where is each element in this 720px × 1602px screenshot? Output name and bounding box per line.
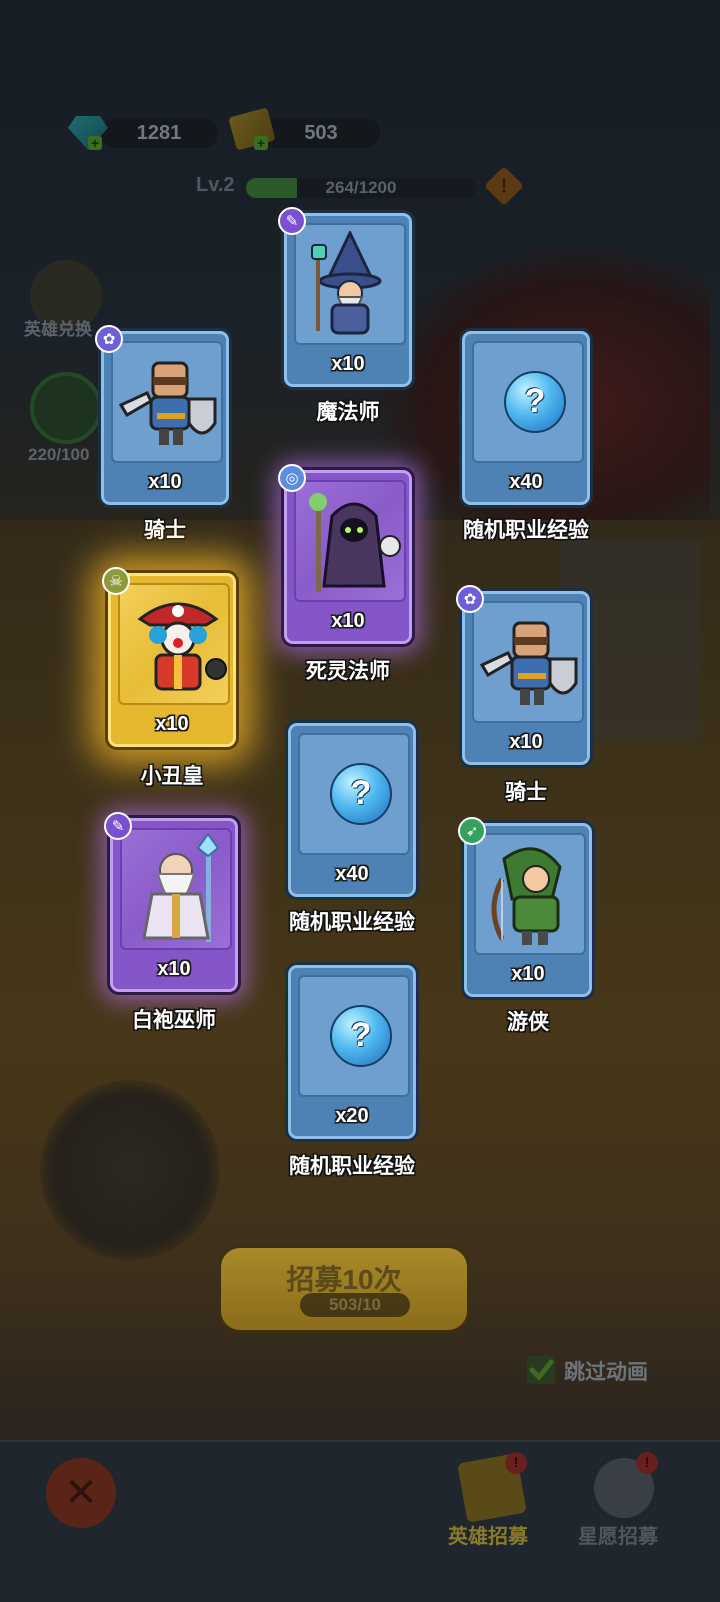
knight-portrait xyxy=(472,601,584,723)
knight-character xyxy=(118,361,217,445)
reward-count: x40 xyxy=(335,863,369,885)
gem-count: 1281 xyxy=(136,121,182,144)
reward-count: x10 xyxy=(157,958,191,980)
wand-icon: ✎ xyxy=(278,207,306,235)
check-icon xyxy=(529,1359,554,1381)
reward-count: x10 xyxy=(148,471,182,493)
paw-icon: ✿ xyxy=(456,585,484,613)
hero-exchange-label[interactable]: 英雄兑换 xyxy=(24,315,92,340)
reward-name: 白袍巫师 xyxy=(132,1009,216,1032)
reward-count: x10 xyxy=(155,713,189,735)
necromancer-character xyxy=(309,493,401,592)
spiral-icon: ◎ xyxy=(278,464,306,492)
gem-counter: 1281 xyxy=(100,118,218,148)
wand-icon: ✎ xyxy=(104,812,132,840)
question-portrait: ? xyxy=(298,733,410,855)
reward-name: 小丑皇 xyxy=(140,765,204,788)
necromancer-portrait xyxy=(294,480,406,602)
reward-count: x40 xyxy=(509,471,543,493)
reward-name: 魔法师 xyxy=(316,401,380,424)
recruit-10-label: 招募10次 xyxy=(286,1264,402,1295)
question-portrait: ? xyxy=(472,341,584,463)
question-mark-icon: ? xyxy=(330,1005,392,1067)
xp-text: 264/1200 xyxy=(325,178,397,197)
reward-name: 死灵法师 xyxy=(306,660,390,683)
reward-card[interactable]: x10 ✿ xyxy=(95,325,232,508)
star-recruit-alert-icon: ! xyxy=(636,1452,658,1474)
reward-card[interactable]: ? x20 xyxy=(285,962,419,1142)
clown-pirate-character xyxy=(137,602,227,691)
reward-name: 游侠 xyxy=(507,1011,549,1034)
reward-card[interactable]: x10 ☠ xyxy=(102,567,239,750)
xp-bar: 264/1200 xyxy=(246,178,476,198)
wizard-character xyxy=(311,231,382,335)
close-icon: ✕ xyxy=(64,1471,98,1515)
reward-count: x10 xyxy=(511,963,545,985)
level-label: Lv.2 xyxy=(196,174,235,196)
recruit-10-button[interactable]: 招募10次 xyxy=(218,1245,470,1333)
reward-card[interactable]: ? x40 xyxy=(459,328,593,508)
bow-icon: ➶ xyxy=(458,817,486,845)
question-mark-icon: ? xyxy=(330,763,392,825)
close-button[interactable]: ✕ xyxy=(46,1458,116,1528)
question-mark-icon: ? xyxy=(504,371,566,433)
alert-icon[interactable]: ! xyxy=(484,166,524,206)
white-wizard-character xyxy=(142,834,220,942)
ticket-plus-icon[interactable]: + xyxy=(254,136,268,150)
knight-character xyxy=(479,621,578,705)
reward-name: 骑士 xyxy=(505,781,547,804)
knight-portrait xyxy=(111,341,223,463)
reward-card[interactable]: x10 ✿ xyxy=(456,585,593,768)
clown-pirate-portrait xyxy=(118,583,230,705)
reward-count: x10 xyxy=(509,731,543,753)
reward-card[interactable]: x10 ✎ xyxy=(104,812,241,995)
tab-star-recruit[interactable]: 星愿招募 xyxy=(578,1520,658,1549)
reward-count: x10 xyxy=(331,610,365,632)
skip-animation-checkbox[interactable] xyxy=(527,1356,555,1384)
reward-card[interactable]: x10 ✎ xyxy=(278,207,415,390)
reward-name: 随机职业经验 xyxy=(289,1155,415,1178)
reward-card[interactable]: ? x40 xyxy=(285,720,419,900)
hero-recruit-alert-icon: ! xyxy=(505,1452,527,1474)
progress-reward-icon[interactable] xyxy=(30,372,102,444)
gem-plus-icon[interactable]: + xyxy=(88,136,102,150)
white-wizard-portrait xyxy=(120,828,232,950)
progress-label: 220/100 xyxy=(28,445,90,464)
reward-name: 随机职业经验 xyxy=(289,911,415,934)
skull-icon: ☠ xyxy=(102,567,130,595)
ranger-portrait xyxy=(474,833,586,955)
reward-name: 随机职业经验 xyxy=(463,519,589,542)
paw-icon: ✿ xyxy=(95,325,123,353)
tab-hero-recruit[interactable]: 英雄招募 xyxy=(448,1520,528,1549)
reward-card[interactable]: x10 ◎ xyxy=(278,464,415,647)
reward-count: x20 xyxy=(335,1105,369,1127)
wizard-portrait xyxy=(294,223,406,345)
reward-count: x10 xyxy=(331,353,365,375)
recruit-cost: 503/10 xyxy=(300,1293,410,1317)
ticket-count: 503 xyxy=(304,121,338,144)
ticket-counter: 503 xyxy=(262,118,380,148)
reward-name: 骑士 xyxy=(144,519,186,542)
question-portrait: ? xyxy=(298,975,410,1097)
skip-animation-label[interactable]: 跳过动画 xyxy=(564,1356,648,1386)
ranger-character xyxy=(491,847,562,945)
reward-card[interactable]: x10 ➶ xyxy=(458,817,595,1000)
